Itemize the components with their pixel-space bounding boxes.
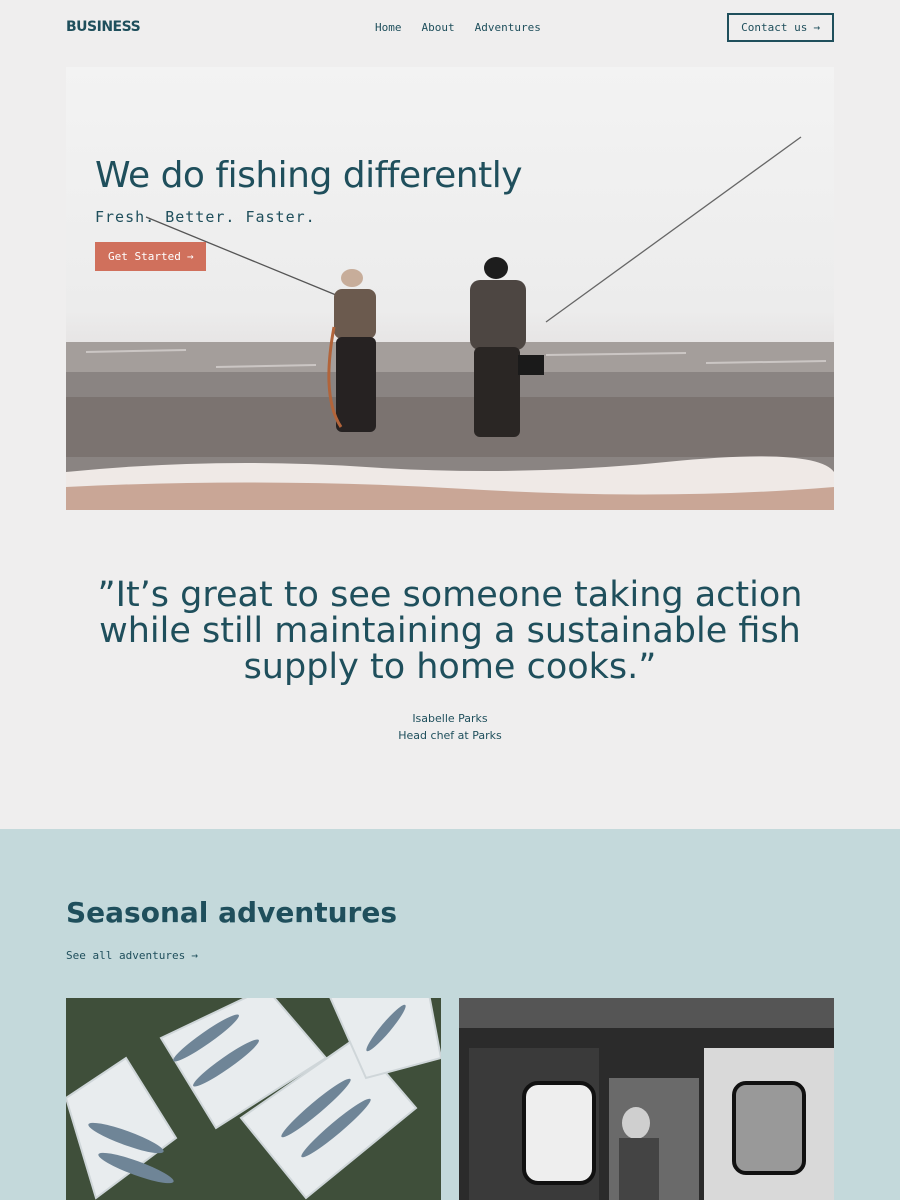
see-all-adventures-link[interactable]: See all adventures → xyxy=(66,949,198,962)
see-all-label: See all adventures xyxy=(66,949,186,962)
nav-home[interactable]: Home xyxy=(375,21,402,34)
hero-subtitle: Fresh. Better. Faster. xyxy=(95,208,316,226)
contact-button[interactable]: Contact us → xyxy=(727,12,834,42)
arrow-right-icon: → xyxy=(813,20,820,34)
author-name: Isabelle Parks xyxy=(412,712,488,725)
testimonial-author: Isabelle Parks Head chef at Parks xyxy=(0,710,900,744)
logo[interactable]: BUSINESS xyxy=(66,19,141,35)
seasonal-title: Seasonal adventures xyxy=(66,896,398,929)
fish-crates-image xyxy=(66,998,441,1200)
nav-about[interactable]: About xyxy=(422,21,455,34)
author-role: Head chef at Parks xyxy=(398,729,502,742)
site-header: BUSINESS Home About Adventures Contact u… xyxy=(66,12,834,42)
main-nav: Home About Adventures xyxy=(375,21,541,34)
nav-adventures[interactable]: Adventures xyxy=(475,21,541,34)
hero-image xyxy=(66,136,834,510)
arrow-right-icon: → xyxy=(186,250,194,263)
contact-button-label: Contact us xyxy=(741,20,808,34)
arrow-right-icon: → xyxy=(191,949,198,962)
fisherman-boat-image xyxy=(459,998,834,1200)
seasonal-section: Seasonal adventures See all adventures → xyxy=(0,829,900,1200)
get-started-button[interactable]: Get Started → xyxy=(95,242,207,271)
hero-content: We do fishing differently Fresh. Better.… xyxy=(95,155,523,271)
hero-section: We do fishing differently Fresh. Better.… xyxy=(66,67,834,510)
testimonial-quote: ”It’s great to see someone taking action… xyxy=(97,575,803,687)
get-started-label: Get Started xyxy=(108,250,181,263)
adventure-card-boat[interactable] xyxy=(459,998,834,1200)
hero-title: We do fishing differently xyxy=(95,155,523,196)
adventure-card-fish[interactable] xyxy=(66,998,441,1200)
